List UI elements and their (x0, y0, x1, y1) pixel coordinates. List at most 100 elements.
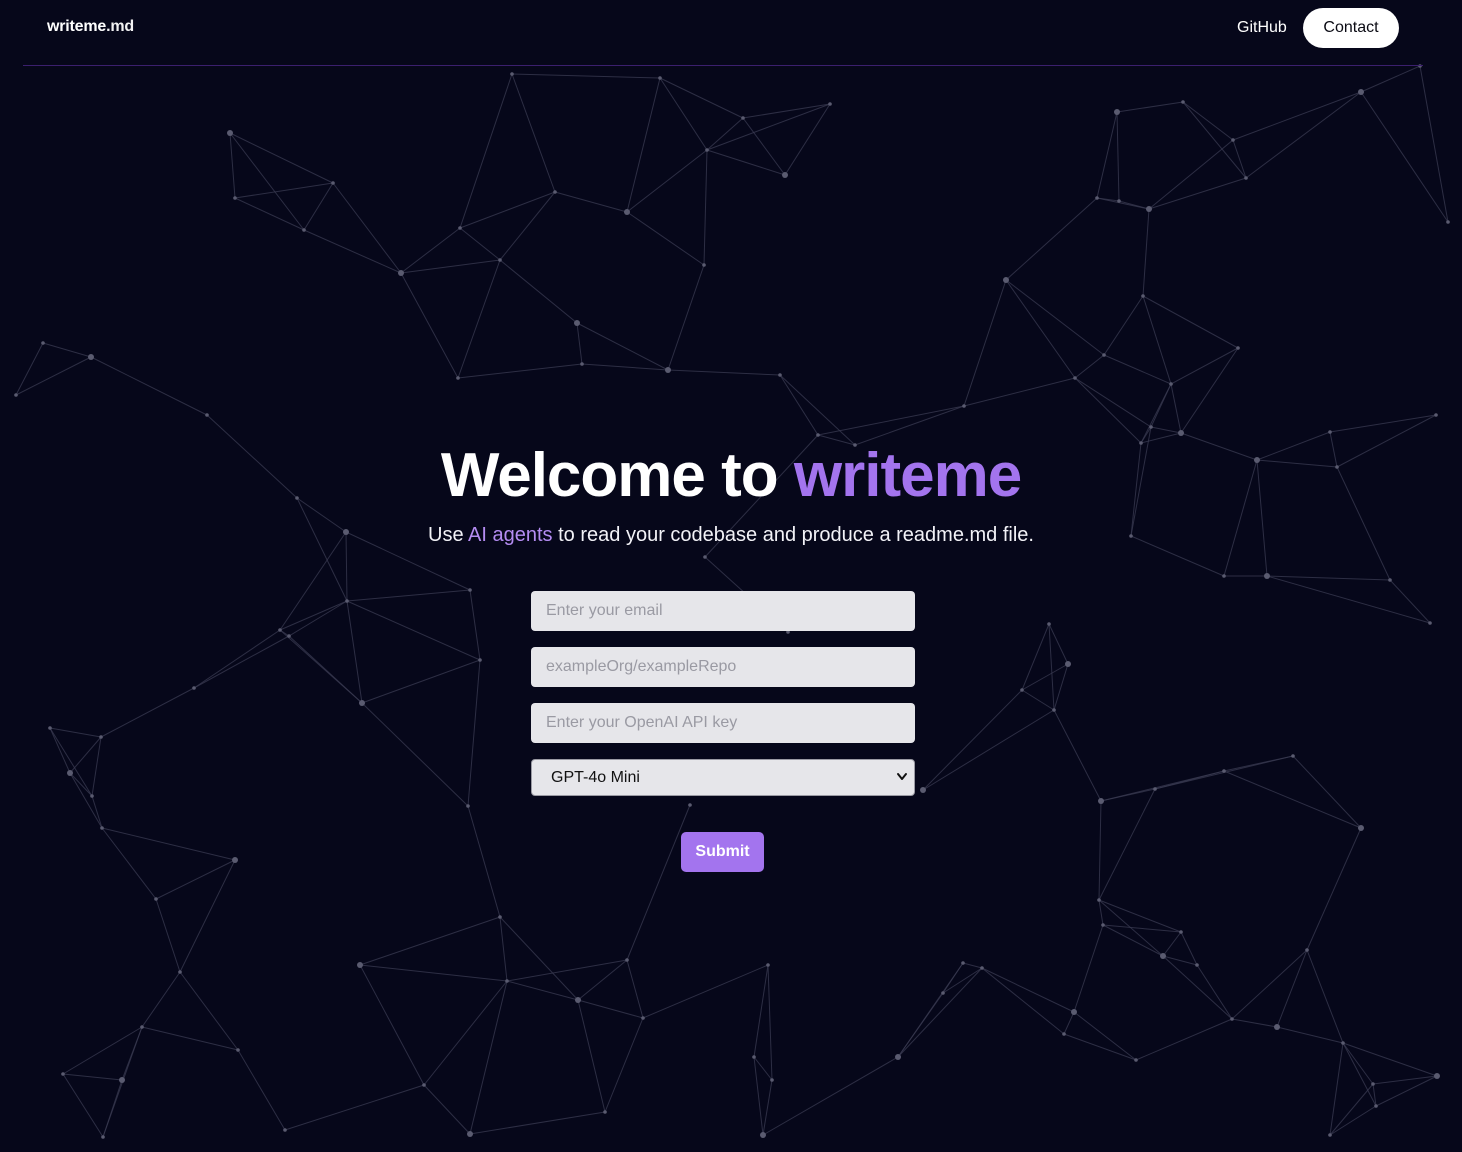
network-line (706, 117, 744, 151)
network-node (1071, 1009, 1077, 1015)
network-line (577, 959, 628, 1001)
network-line (1140, 383, 1172, 444)
network-node (61, 1072, 65, 1076)
network-node (688, 803, 692, 807)
network-line (1180, 347, 1239, 434)
network-line (237, 1049, 286, 1131)
network-line (506, 980, 579, 1001)
network-node (422, 1083, 426, 1087)
network-node (1236, 346, 1240, 350)
network-line (62, 1026, 143, 1075)
network-node (920, 787, 926, 793)
network-line (1073, 924, 1104, 1013)
network-node (816, 433, 820, 437)
contact-button[interactable]: Contact (1303, 8, 1399, 48)
network-line (626, 211, 705, 266)
network-line (576, 322, 583, 365)
network-line (1074, 377, 1152, 428)
network-line (141, 971, 181, 1028)
network-line (1372, 1075, 1438, 1085)
network-node (741, 116, 745, 120)
network-line (101, 827, 236, 861)
top-navbar: writeme.md GitHub Contact (23, 0, 1423, 66)
network-line (423, 1084, 471, 1135)
network-line (193, 635, 290, 689)
page-subtitle: Use AI agents to read your codebase and … (0, 524, 1462, 547)
github-link[interactable]: GitHub (1237, 19, 1287, 37)
title-prefix: Welcome to (440, 441, 779, 510)
network-node (1231, 138, 1235, 142)
network-line (1063, 1033, 1137, 1061)
network-line (922, 689, 1023, 791)
network-node (99, 735, 103, 739)
network-line (155, 859, 236, 900)
network-line (963, 279, 1007, 407)
network-line (1116, 101, 1184, 113)
network-line (762, 1079, 773, 1136)
network-node (67, 770, 73, 776)
network-node (1195, 963, 1199, 967)
network-line (576, 322, 669, 371)
network-node (641, 1016, 645, 1020)
repo-field[interactable] (531, 647, 915, 687)
network-node (192, 686, 196, 690)
submit-button[interactable]: Submit (681, 832, 764, 872)
network-line (469, 1111, 606, 1135)
model-select[interactable]: GPT-4o Mini (531, 759, 915, 796)
network-line (361, 702, 469, 807)
network-line (303, 182, 334, 231)
network-node (1222, 574, 1226, 578)
network-line (359, 964, 425, 1086)
api-key-field[interactable] (531, 703, 915, 743)
logo[interactable]: writeme.md (47, 18, 134, 36)
network-node (119, 1077, 125, 1083)
network-line (459, 73, 513, 229)
network-node (1020, 688, 1024, 692)
network-line (626, 77, 661, 213)
network-line (1170, 383, 1182, 434)
network-node (345, 599, 349, 603)
network-node (1264, 573, 1270, 579)
page-title: Welcome to writeme (0, 440, 1462, 512)
network-node (1244, 176, 1248, 180)
network-line (626, 804, 691, 961)
network-node (1149, 425, 1153, 429)
network-node (302, 228, 306, 232)
network-line (234, 182, 334, 199)
network-node (624, 209, 630, 215)
network-line (1096, 197, 1150, 210)
network-node (232, 857, 238, 863)
email-field[interactable] (531, 591, 915, 631)
network-line (229, 132, 334, 184)
network-node (941, 991, 945, 995)
network-line (817, 405, 965, 436)
network-line (511, 73, 556, 193)
network-node (828, 102, 832, 106)
network-node (1117, 199, 1121, 203)
network-line (346, 589, 471, 602)
subtitle-accent: AI agents (468, 524, 553, 546)
network-line (506, 959, 628, 982)
network-line (1276, 949, 1308, 1028)
network-line (229, 132, 236, 199)
network-line (762, 1056, 899, 1136)
network-line (229, 132, 305, 231)
network-node (1062, 1032, 1066, 1036)
network-node (895, 1054, 901, 1060)
network-line (1375, 1075, 1438, 1107)
network-line (897, 967, 983, 1058)
network-node (1097, 898, 1101, 902)
network-line (667, 264, 705, 371)
network-line (1306, 827, 1362, 951)
network-line (62, 1073, 123, 1081)
network-line (1148, 139, 1234, 210)
network-node (140, 1025, 144, 1029)
network-node (1134, 1058, 1138, 1062)
network-background (14, 64, 1450, 1139)
network-node (357, 962, 363, 968)
network-node (1328, 430, 1332, 434)
network-node (703, 555, 707, 559)
network-node (658, 76, 662, 80)
network-node (760, 1132, 766, 1138)
network-node (1003, 277, 1009, 283)
